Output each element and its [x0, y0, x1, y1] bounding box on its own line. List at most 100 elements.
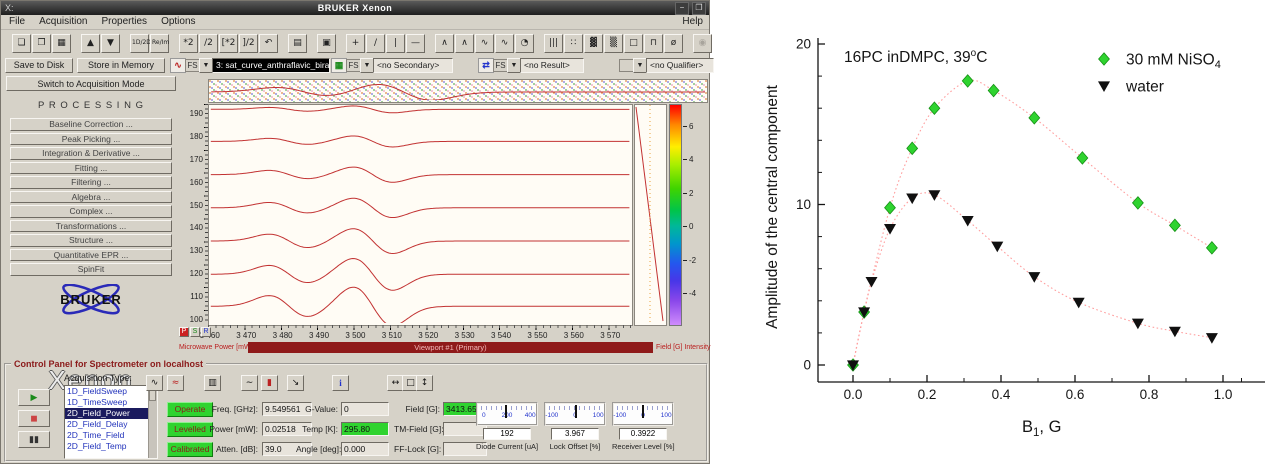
secondary-dataset-combo[interactable]: <no Secondary>	[373, 58, 453, 73]
primary-plot-area[interactable]	[208, 104, 633, 326]
toolbar-import-file-icon[interactable]: ❐	[32, 34, 51, 53]
processing-filtering[interactable]: Filtering ...	[10, 176, 172, 189]
processing-integration-derivative[interactable]: Integration & Derivative ...	[10, 147, 172, 160]
cp-temperature-icon[interactable]: ▮	[261, 375, 278, 391]
toolbar-undo-scale-icon[interactable]: ↶	[259, 34, 278, 53]
svg-text:16PC inDMPC, 39oC: 16PC inDMPC, 39oC	[844, 48, 987, 66]
toolbar-dots-tool-icon[interactable]: ∷	[564, 34, 583, 53]
x-axis-labels: 3 4603 4703 4803 4903 5003 5103 5203 530…	[208, 331, 632, 341]
primary-dataset-combo[interactable]: 3: sat_curve_anthraflavic_birad	[212, 58, 330, 73]
transport-pause-button[interactable]: ▮▮	[18, 431, 50, 448]
acquisition-type-2d-field-temp[interactable]: 2D_Field_Temp	[65, 441, 148, 452]
toolbar-histogram-icon[interactable]: ▓	[584, 34, 603, 53]
maximize-button[interactable]: ❐	[692, 2, 706, 15]
processing-algebra[interactable]: Algebra ...	[10, 191, 172, 204]
toolbar-toggle-re-im-icon[interactable]: Re/Im	[150, 34, 169, 53]
cp-info-icon[interactable]: i	[332, 375, 349, 391]
toolbar-derivative-tool-2-icon[interactable]: ∿	[495, 34, 514, 53]
acquisition-type-1d-fieldsweep[interactable]: 1D_FieldSweep	[65, 386, 148, 397]
menu-item-file[interactable]: File	[9, 16, 25, 27]
acquisition-type-1d-timesweep[interactable]: 1D_TimeSweep	[65, 397, 148, 408]
colorbar-tick: 0	[683, 222, 693, 231]
processing-quantitative-epr[interactable]: Quantitative EPR ...	[10, 249, 172, 262]
svg-text:water: water	[1125, 79, 1164, 96]
toolbar-empty-set-icon[interactable]: ø	[664, 34, 683, 53]
cp-noise-tuning-icon[interactable]: ≈	[167, 375, 184, 391]
field-value-temp-k[interactable]: 295.80	[341, 422, 389, 436]
gauge-scale-labels: 0200400	[478, 412, 536, 420]
processing-baseline-correction[interactable]: Baseline Correction ...	[10, 118, 172, 131]
toolbar-open-file-icon[interactable]: ❏	[12, 34, 31, 53]
toolbar-crosshair-tool-icon[interactable]: +	[346, 34, 365, 53]
cp-resonator-icon[interactable]: ▥	[204, 375, 221, 391]
menu-item-acquisition[interactable]: Acquisition	[39, 16, 87, 27]
save-to-disk-button[interactable]: Save to Disk ...	[5, 58, 73, 73]
field-value-g-value[interactable]: 0	[341, 402, 389, 416]
intensity-profile-panel[interactable]	[634, 104, 667, 326]
ordinate-label: Field [G] Intensity	[656, 344, 710, 351]
toolbar-peak-tool-2-icon[interactable]: ∧	[455, 34, 474, 53]
processing-fitting[interactable]: Fitting ...	[10, 162, 172, 175]
cp-modulation-icon[interactable]: ∼	[241, 375, 258, 391]
toolbar-shrink-x2-icon[interactable]: ]/2	[239, 34, 258, 53]
toolbar-report-icon[interactable]: ▣	[317, 34, 336, 53]
transport-run-button[interactable]: ▶	[18, 389, 50, 406]
menu-item-options[interactable]: Options	[161, 16, 195, 27]
toolbar-scale-down-icon[interactable]: ▼	[101, 34, 120, 53]
cp-fit-height-icon[interactable]: ↕	[416, 375, 433, 391]
store-in-memory-button[interactable]: Store in Memory ...	[77, 58, 165, 73]
gauge-lock-offset: -10001003.967Lock Offset [%]	[544, 402, 606, 451]
list-scrollbar[interactable]	[148, 386, 157, 458]
toolbar-expand-x2-icon[interactable]: [*2	[219, 34, 238, 53]
menu-item-help[interactable]: Help	[682, 16, 703, 27]
acquisition-type-2d-field-power[interactable]: 2D_Field_Power	[65, 408, 148, 419]
toolbar-step-tool-icon[interactable]: ⊓	[644, 34, 663, 53]
menu-item-properties[interactable]: Properties	[101, 16, 147, 27]
viewport-r-button[interactable]: R	[201, 327, 211, 337]
minimize-button[interactable]: −	[675, 2, 689, 15]
cp-goto-position-icon[interactable]: ↘	[287, 375, 304, 391]
secondary-strip-plot[interactable]	[208, 79, 708, 103]
toolbar-rect-zoom-icon[interactable]: □	[624, 34, 643, 53]
qualifier-combo[interactable]: <no Qualifier>	[646, 58, 714, 73]
toolbar-multiply-2-icon[interactable]: *2	[179, 34, 198, 53]
toolbar-peak-tool-icon[interactable]: ∧	[435, 34, 454, 53]
viewport-s-button[interactable]: S	[190, 327, 200, 337]
processing-spinfit[interactable]: SpinFit	[10, 263, 172, 276]
primary-fs-toggle[interactable]: FS	[185, 59, 200, 72]
field-value-angle-deg[interactable]: 0.000	[341, 442, 389, 456]
result-dropdown-arrow[interactable]: ▼	[507, 58, 521, 73]
secondary-fs-toggle[interactable]: FS	[346, 59, 361, 72]
qualifier-dropdown-arrow[interactable]: ▼	[633, 58, 647, 73]
toolbar-toggle-1d-2d-icon[interactable]: 1D/2D	[130, 34, 149, 53]
acquisition-type-2d-time-field[interactable]: 2D_Time_Field	[65, 430, 148, 441]
acquisition-type-list[interactable]: 1D_FieldSweep1D_TimeSweep2D_Field_Power2…	[64, 385, 158, 459]
x-tick-label: 3 550	[527, 331, 547, 340]
toolbar-horizontal-line-tool-icon[interactable]: —	[406, 34, 425, 53]
result-fs-toggle[interactable]: FS	[493, 59, 508, 72]
toolbar-derivative-tool-icon[interactable]: ∿	[475, 34, 494, 53]
processing-transformations[interactable]: Transformations ...	[10, 220, 172, 233]
processing-complex[interactable]: Complex ...	[10, 205, 172, 218]
toolbar-vertical-line-tool-icon[interactable]: |	[386, 34, 405, 53]
toolbar-fill-bucket-icon[interactable]: ◔	[515, 34, 534, 53]
window-titlebar[interactable]: X: BRUKER Xenon −❐	[1, 1, 709, 15]
colorbar-tick-mark	[683, 159, 687, 160]
viewport-p-button[interactable]: P	[179, 327, 189, 337]
toolbar-slope-tool-icon[interactable]: ∕	[366, 34, 385, 53]
switch-acquisition-mode-button[interactable]: Switch to Acquisition Mode	[6, 76, 176, 91]
secondary-dropdown-arrow[interactable]: ▼	[360, 58, 374, 73]
toolbar-bars-tool-icon[interactable]: |||	[544, 34, 563, 53]
processing-peak-picking[interactable]: Peak Picking ...	[10, 133, 172, 146]
acquisition-type-2d-field-delay[interactable]: 2D_Field_Delay	[65, 419, 148, 430]
toolbar-print-icon[interactable]: ▤	[288, 34, 307, 53]
toolbar-histogram-2-icon[interactable]: ▒	[604, 34, 623, 53]
processing-structure[interactable]: Structure ...	[10, 234, 172, 247]
cp-signal-icon[interactable]: ∿	[146, 375, 163, 391]
transport-stop-button[interactable]: ◼	[18, 410, 50, 427]
toolbar-dataset-table-icon[interactable]: ▦	[52, 34, 71, 53]
result-dataset-combo[interactable]: <no Result>	[520, 58, 584, 73]
toolbar-divide-2-icon[interactable]: /2	[199, 34, 218, 53]
toolbar-scale-up-icon[interactable]: ▲	[81, 34, 100, 53]
primary-dropdown-arrow[interactable]: ▼	[199, 58, 213, 73]
